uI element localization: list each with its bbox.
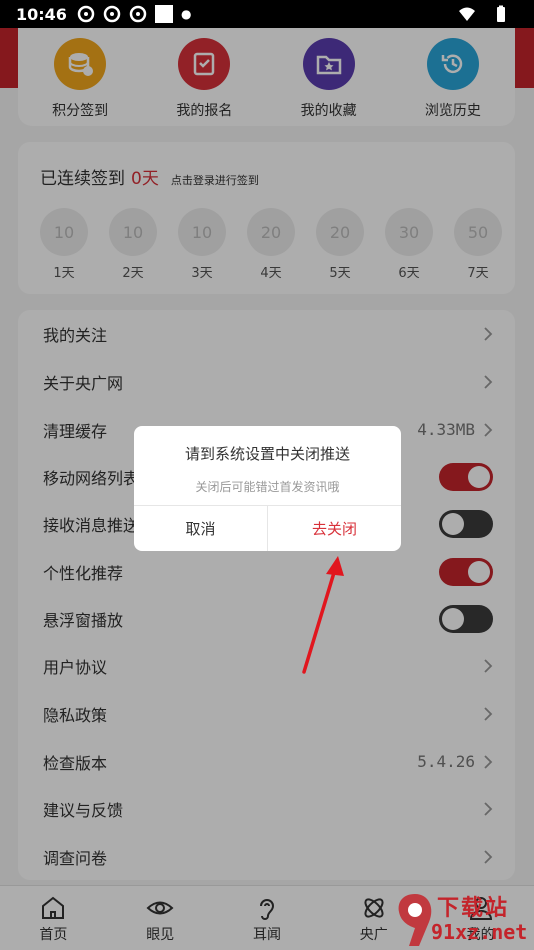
- notification-icon: [129, 5, 147, 23]
- go-close-button[interactable]: 去关闭: [268, 506, 401, 551]
- cancel-button[interactable]: 取消: [134, 506, 268, 551]
- push-settings-dialog: 请到系统设置中关闭推送 关闭后可能错过首发资讯哦 取消 去关闭: [134, 426, 401, 551]
- watermark-url-text: 91xz.net: [431, 920, 528, 944]
- status-time: 10:46: [16, 4, 67, 24]
- status-bar: 10:46 ●: [0, 0, 534, 28]
- notification-icon: [77, 5, 95, 23]
- dialog-buttons: 取消 去关闭: [134, 505, 401, 551]
- annotation-arrow-icon: [302, 556, 344, 674]
- notification-icon: [103, 5, 121, 23]
- watermark-logo-icon: [398, 894, 432, 946]
- battery-icon: [497, 5, 505, 22]
- dialog-title: 请到系统设置中关闭推送: [184, 445, 350, 463]
- watermark: 下载站 91xz.net: [395, 890, 534, 950]
- dot-icon: ●: [180, 7, 192, 21]
- wifi-icon: [459, 7, 475, 21]
- dialog-message: 关闭后可能错过首发资讯哦: [195, 480, 340, 494]
- square-icon: [154, 5, 173, 23]
- watermark-top-text: 下载站: [437, 896, 510, 921]
